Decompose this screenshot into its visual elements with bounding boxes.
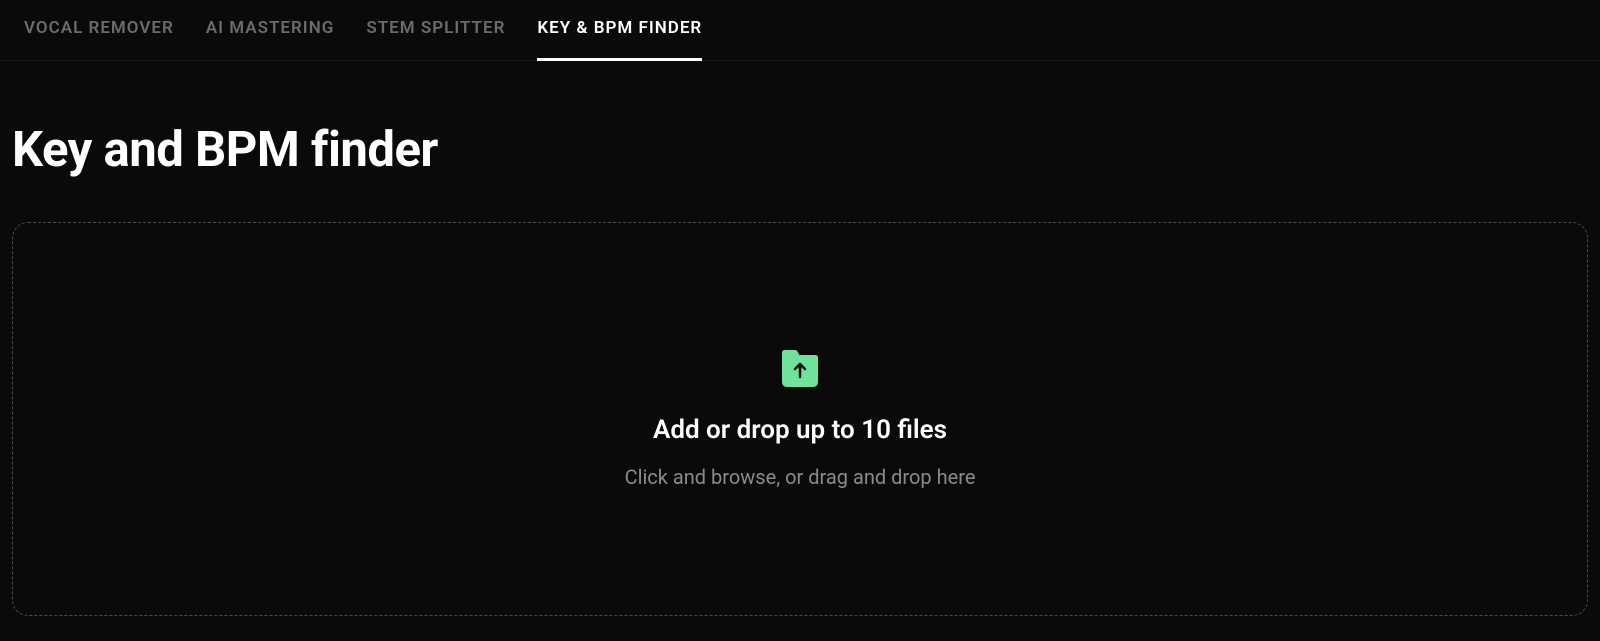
page-title: Key and BPM finder [12,121,1588,178]
folder-upload-icon [778,349,822,389]
tab-vocal-remover[interactable]: VOCAL REMOVER [24,18,174,60]
nav-tabs: VOCAL REMOVER AI MASTERING STEM SPLITTER… [0,0,1600,61]
dropzone-title: Add or drop up to 10 files [653,415,947,445]
dropzone-subtitle: Click and browse, or drag and drop here [625,465,976,489]
tab-key-bpm-finder[interactable]: KEY & BPM FINDER [537,18,702,60]
file-dropzone[interactable]: Add or drop up to 10 files Click and bro… [12,222,1588,616]
tab-stem-splitter[interactable]: STEM SPLITTER [366,18,505,60]
tab-ai-mastering[interactable]: AI MASTERING [206,18,335,60]
main-content: Key and BPM finder Add or drop up to 10 … [0,61,1600,628]
